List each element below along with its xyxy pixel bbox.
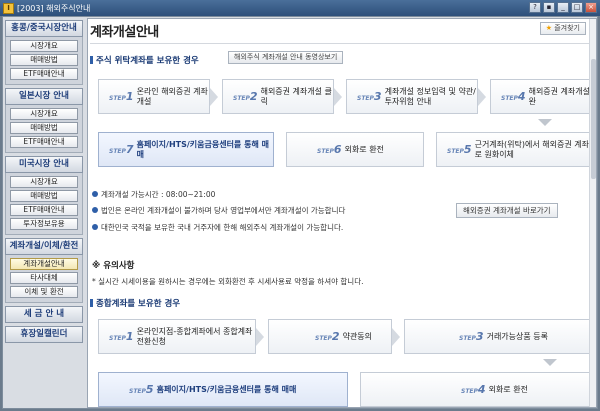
close-icon[interactable]: × <box>585 2 597 13</box>
sidebar-item-trading-method[interactable]: 매매방법 <box>10 122 78 134</box>
sidebar-item-transfer-exchange[interactable]: 이체 및 환전 <box>10 286 78 298</box>
step-box: STEP5 근거계좌(위탁)에서 해외증권 계좌로 원화이체 <box>436 132 594 167</box>
info-corporate: 법인은 온라인 계좌개설이 불가하며 당사 영업부에서만 계좌개설이 가능합니다 <box>92 205 345 216</box>
sidebar-group-us: 미국시장 안내 시장개요 매매방법 ETF매매안내 투자정보유용 <box>5 156 83 235</box>
sidebar-item-transfer-other[interactable]: 타사대체 <box>10 272 78 284</box>
sidebar-item-trading-method[interactable]: 매매방법 <box>10 190 78 202</box>
sidebar-item-market-overview[interactable]: 시장개요 <box>10 176 78 188</box>
section-marker-icon <box>90 56 93 64</box>
step-box: STEP7 홈페이지/HTS/키움금융센터를 통해 매매 <box>98 132 274 167</box>
page-title: 계좌개설안내 <box>90 25 159 40</box>
pin-icon[interactable]: ▪ <box>543 2 555 13</box>
step-box: STEP1 온라인지점-종합계좌에서 종합계좌 전환신청 <box>98 319 264 354</box>
step-box: STEP2 해외증권 계좌개설 클릭 <box>222 79 342 114</box>
sidebar-item-tax[interactable]: 세 금 안 내 <box>5 306 83 323</box>
sidebar-item-investment-info[interactable]: 투자정보유용 <box>10 218 78 230</box>
sidebar: 홍콩/중국시장안내 시장개요 매매방법 ETF매매안내 일본시장 안내 시장개요… <box>5 20 83 406</box>
info-icon <box>92 207 98 213</box>
help-icon[interactable]: ? <box>529 2 541 13</box>
scrollbar-thumb[interactable] <box>591 59 596 179</box>
window-title-bar: I [2003] 해외주식안내 ? ▪ _ □ × <box>0 0 600 16</box>
step-box: STEP6 외화로 환전 <box>286 132 424 167</box>
vertical-scrollbar[interactable] <box>589 19 596 407</box>
sidebar-group-head[interactable]: 홍콩/중국시장안내 <box>5 20 83 37</box>
minimize-icon[interactable]: _ <box>557 2 569 13</box>
caution-title: ※ 유의사항 <box>92 261 135 271</box>
section-title: 주식 위탁계좌를 보유한 경우 <box>90 54 199 66</box>
video-guide-button[interactable]: 해외주식 계좌개설 안내 동영상보기 <box>228 51 344 64</box>
maximize-icon[interactable]: □ <box>571 2 583 13</box>
account-opening-shortcut-button[interactable]: 해외증권 계좌개설 바로가기 <box>456 203 558 218</box>
sidebar-group-holiday: 휴장일캘린더 <box>5 326 83 343</box>
sidebar-group-account: 계좌개설/이체/환전 계좌개설안내 타사대체 이체 및 환전 <box>5 238 83 303</box>
caution-text: * 실시간 시세이용을 원하시는 경우에는 외화환전 후 시세사용료 약정을 하… <box>92 277 364 286</box>
sidebar-group-head[interactable]: 미국시장 안내 <box>5 156 83 173</box>
step-box: STEP4 외화로 환전 <box>360 372 594 407</box>
sidebar-item-holiday-calendar[interactable]: 휴장일캘린더 <box>5 326 83 343</box>
window-title: [2003] 해외주식안내 <box>17 3 91 13</box>
sidebar-item-trading-method[interactable]: 매매방법 <box>10 54 78 66</box>
star-icon: ★ <box>545 24 552 32</box>
sidebar-group-hk-china: 홍콩/중국시장안내 시장개요 매매방법 ETF매매안내 <box>5 20 83 85</box>
window-controls: ? ▪ _ □ × <box>529 2 597 13</box>
sidebar-item-etf-guide[interactable]: ETF매매안내 <box>10 136 78 148</box>
sidebar-group-head[interactable]: 계좌개설/이체/환전 <box>5 238 83 255</box>
window-frame: 홍콩/중국시장안내 시장개요 매매방법 ETF매매안내 일본시장 안내 시장개요… <box>2 16 598 409</box>
sidebar-item-etf-guide[interactable]: ETF매매안내 <box>10 204 78 216</box>
app-icon: I <box>3 2 14 14</box>
sidebar-item-market-overview[interactable]: 시장개요 <box>10 40 78 52</box>
info-icon <box>92 224 98 230</box>
info-icon <box>92 191 98 197</box>
info-hours: 계좌개설 가능시간 : 08:00~21:00 <box>92 189 215 200</box>
sidebar-item-account-opening[interactable]: 계좌개설안내 <box>10 258 78 270</box>
sidebar-item-market-overview[interactable]: 시장개요 <box>10 108 78 120</box>
step-box: STEP1 온라인 해외증권 계좌개설 <box>98 79 218 114</box>
content-panel: 계좌개설안내 ★ 즐겨찾기 주식 위탁계좌를 보유한 경우 해외주식 계좌개설 … <box>87 18 597 408</box>
section-marker-icon <box>90 299 93 307</box>
sidebar-group-tax: 세 금 안 내 <box>5 306 83 323</box>
sidebar-item-etf-guide[interactable]: ETF매매안내 <box>10 68 78 80</box>
step-box: STEP2 약관동의 <box>268 319 400 354</box>
section-title: 종합계좌를 보유한 경우 <box>90 297 180 309</box>
flow-arrow-icon <box>538 119 552 126</box>
flow-arrow-icon <box>543 359 557 366</box>
favorite-button[interactable]: ★ 즐겨찾기 <box>539 22 586 35</box>
divider <box>90 43 590 44</box>
step-box: STEP3 계좌개설 정보입력 및 약관/투자위험 안내 <box>346 79 486 114</box>
step-box: STEP5 홈페이지/HTS/키움금융센터를 통해 매매 <box>98 372 348 407</box>
step-box: STEP3 거래가능상품 등록 <box>404 319 594 354</box>
info-residents: 대한민국 국적을 보유한 국내 거주자에 한해 해외주식 계좌개설이 가능합니다… <box>92 222 343 233</box>
step-box: STEP4 해외증권 계좌개설 완 <box>490 79 594 114</box>
sidebar-group-japan: 일본시장 안내 시장개요 매매방법 ETF매매안내 <box>5 88 83 153</box>
sidebar-group-head[interactable]: 일본시장 안내 <box>5 88 83 105</box>
